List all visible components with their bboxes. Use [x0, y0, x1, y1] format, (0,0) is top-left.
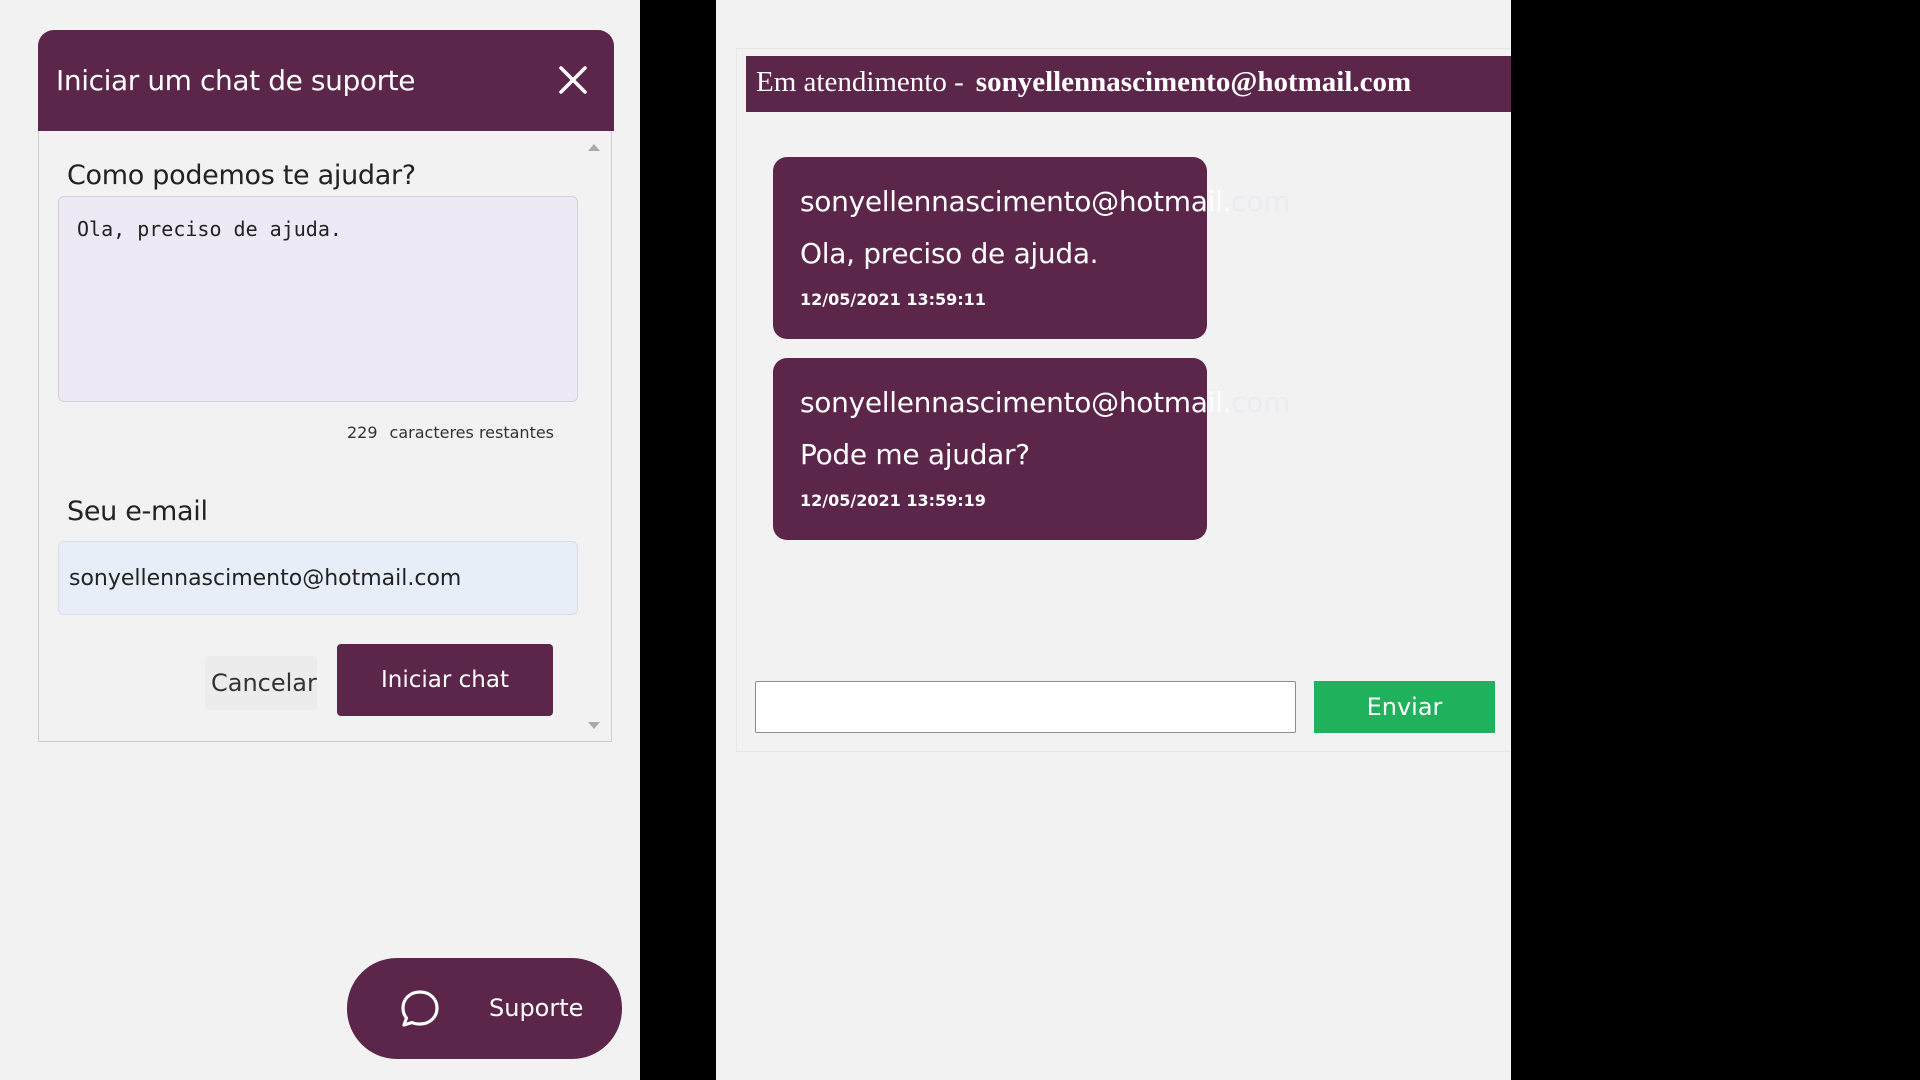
message-sender: sonyellennascimento@hotmail.com [800, 386, 1290, 419]
close-icon[interactable] [555, 62, 591, 98]
chat-header: Em atendimento - sonyellennascimento@hotm… [746, 56, 1511, 112]
support-button[interactable]: Suporte [347, 958, 622, 1059]
support-button-label: Suporte [489, 994, 584, 1022]
message-sender: sonyellennascimento@hotmail.com [800, 185, 1290, 218]
message-sender-overflow: com [1231, 386, 1291, 419]
scroll-up-arrow-icon[interactable] [588, 144, 600, 151]
email-field[interactable] [58, 541, 578, 615]
support-widget-pane: Iniciar um chat de suporte Como podemos … [0, 0, 640, 1080]
message-sender-overflow: com [1231, 185, 1291, 218]
chars-remaining-counter: 229 caracteres restantes [347, 423, 554, 442]
chars-remaining-count: 229 [347, 423, 378, 442]
help-label: Como podemos te ajudar? [67, 160, 416, 191]
start-chat-button[interactable]: Iniciar chat [337, 644, 553, 716]
support-chat-dialog: Iniciar um chat de suporte Como podemos … [38, 30, 614, 742]
message-text: Pode me ajudar? [800, 438, 1030, 471]
message-timestamp: 12/05/2021 13:59:19 [800, 491, 986, 510]
email-label: Seu e-mail [67, 496, 208, 527]
help-message-textarea[interactable]: Ola, preciso de ajuda. [58, 196, 578, 402]
chat-message: sonyellennascimento@hotmail.com Pode me … [773, 358, 1290, 540]
chat-header-status: Em atendimento - [756, 66, 964, 98]
chat-message: sonyellennascimento@hotmail.com Ola, pre… [773, 157, 1290, 339]
chat-message-input[interactable] [755, 681, 1296, 733]
chat-bubble-icon [399, 988, 441, 1030]
message-sender-main: sonyellennascimento@hotmail. [800, 185, 1232, 218]
agent-chat-pane: Em atendimento - sonyellennascimento@hotm… [716, 0, 1511, 1080]
message-text: Ola, preciso de ajuda. [800, 237, 1099, 270]
message-sender-main: sonyellennascimento@hotmail. [800, 386, 1232, 419]
cancel-button[interactable]: Cancelar [205, 656, 317, 710]
send-button[interactable]: Enviar [1314, 681, 1495, 733]
chat-header-user: sonyellennascimento@hotmail.com [975, 66, 1412, 98]
scroll-down-arrow-icon[interactable] [588, 722, 600, 729]
dialog-title: Iniciar um chat de suporte [56, 64, 416, 97]
chars-remaining-label: caracteres restantes [389, 423, 555, 442]
dialog-header: Iniciar um chat de suporte [38, 30, 614, 131]
message-timestamp: 12/05/2021 13:59:11 [800, 290, 986, 309]
